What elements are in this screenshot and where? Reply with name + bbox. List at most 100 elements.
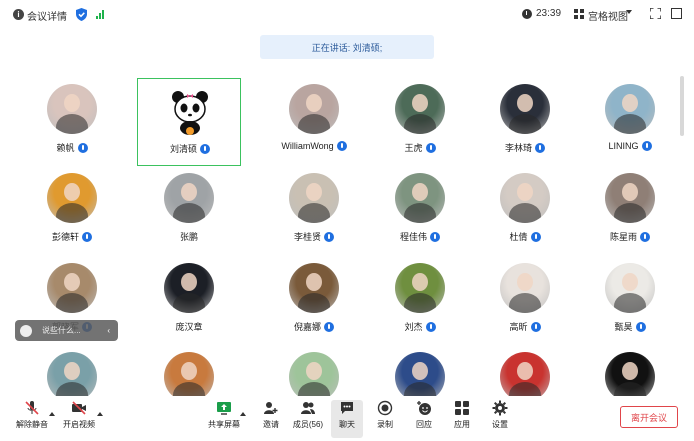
chat-quick-input[interactable]: 说些什么... ‹ — [15, 320, 118, 341]
participant-name-row: 李桂贤 — [262, 230, 366, 243]
mic-icon — [641, 141, 652, 151]
participant-name: 程佳伟 — [399, 232, 427, 242]
participant-name: 甄昊 — [614, 322, 633, 332]
participant-name: 刘杰 — [404, 322, 423, 332]
participant-name: 赖帆 — [56, 143, 75, 153]
mic-icon — [324, 231, 334, 242]
participant-tile[interactable]: 甄昊 — [578, 257, 682, 345]
participant-name-row: 张鹏 — [137, 230, 241, 243]
chat-quick-placeholder: 说些什么... — [42, 326, 81, 335]
meeting-time: 23:39 — [536, 8, 562, 19]
participant-name: 王虎 — [404, 143, 423, 153]
grid-scrollbar[interactable] — [680, 76, 684, 136]
participant-tile[interactable]: 倪嘉娜 — [262, 257, 366, 345]
participant-name-row: 赖帆 — [20, 141, 124, 154]
members-button[interactable]: 成员(56) — [290, 400, 326, 438]
participant-tile[interactable]: LINING — [578, 78, 682, 166]
mic-icon — [200, 143, 210, 154]
apps-button[interactable]: 应用 — [444, 400, 480, 438]
participant-name-row: 刘杰 — [368, 320, 472, 333]
fullscreen-icon[interactable] — [650, 8, 661, 19]
restore-window-icon[interactable] — [671, 8, 682, 19]
record-icon — [377, 400, 393, 416]
participant-tile[interactable]: 李林琦 — [473, 78, 577, 166]
meeting-window: i 会议详情 23:39 宫格视图 正在讲话: 刘清硕; 赖帆 刘清硕 Willia… — [0, 0, 694, 441]
participant-name-row: 杜倩 — [473, 230, 577, 243]
participant-avatar — [395, 173, 445, 223]
chat-label: 聊天 — [339, 420, 355, 429]
participant-name: LINING — [608, 141, 639, 151]
share-screen-button[interactable]: 共享屏幕 — [206, 400, 242, 438]
participant-tile[interactable]: 李桂贤 — [262, 167, 366, 255]
participant-name-row: 倪嘉娜 — [262, 320, 366, 333]
meeting-info-label[interactable]: 会议详情 — [27, 8, 67, 23]
collapse-icon[interactable]: ‹ — [107, 326, 110, 335]
participant-avatar — [605, 263, 655, 313]
muted-mic-icon — [25, 401, 39, 415]
participant-tile[interactable]: 陈星雨 — [578, 167, 682, 255]
mic-icon — [425, 142, 436, 153]
clock-icon — [522, 9, 532, 19]
participant-name-row: 庞汉章 — [137, 320, 241, 333]
participant-name-row: 甄昊 — [578, 320, 682, 333]
participant-avatar — [500, 263, 550, 313]
participant-avatar — [47, 352, 97, 402]
signal-icon[interactable] — [96, 9, 106, 19]
participant-name: 高昕 — [509, 322, 528, 332]
start-video-label: 开启视频 — [63, 420, 95, 429]
participant-name: 倪嘉娜 — [293, 322, 321, 332]
members-icon — [301, 402, 315, 414]
view-mode-label[interactable]: 宫格视图 — [588, 8, 628, 23]
participant-tile[interactable]: 高昕 — [473, 257, 577, 345]
participant-tile[interactable]: 张鹏 — [137, 167, 241, 255]
participant-name: 李林琦 — [504, 143, 532, 153]
chat-button[interactable]: 聊天 — [331, 400, 363, 438]
participant-avatar — [605, 173, 655, 223]
participant-avatar — [47, 263, 97, 313]
participant-tile[interactable]: 刘杰 — [368, 257, 472, 345]
participant-tile[interactable]: 杜倩 — [473, 167, 577, 255]
participant-name-row: LINING — [578, 141, 682, 151]
mic-icon — [635, 321, 646, 332]
grid-view-icon[interactable] — [574, 9, 584, 19]
apps-icon — [455, 401, 469, 415]
invite-button[interactable]: 邀请 — [253, 400, 289, 438]
participant-tile[interactable]: 彭德轩 — [20, 167, 124, 255]
participant-avatar — [289, 263, 339, 313]
start-video-button[interactable]: 开启视频 — [61, 400, 97, 438]
leave-meeting-button[interactable]: 离开会议 — [620, 406, 678, 428]
participant-avatar — [605, 84, 655, 134]
participant-tile[interactable]: WilliamWong — [262, 78, 366, 166]
record-button[interactable]: 录制 — [367, 400, 403, 438]
video-options-caret[interactable] — [97, 412, 103, 416]
top-bar: i 会议详情 23:39 宫格视图 — [0, 0, 694, 28]
chevron-down-icon[interactable] — [626, 10, 632, 14]
participant-name: 刘清硕 — [169, 144, 197, 154]
share-options-caret[interactable] — [240, 412, 246, 416]
participant-avatar — [395, 84, 445, 134]
reactions-label: 回应 — [416, 420, 432, 429]
participant-tile[interactable]: 庞汉章 — [137, 257, 241, 345]
mic-icon — [640, 231, 650, 242]
emoji-icon[interactable] — [20, 324, 32, 337]
participant-name-row: 彭德轩 — [20, 230, 124, 243]
shield-icon[interactable] — [76, 8, 87, 21]
gear-icon — [492, 400, 508, 416]
unmute-button[interactable]: 解除静音 — [14, 400, 50, 438]
video-off-icon — [72, 401, 86, 415]
participant-tile[interactable]: 赖帆 — [20, 78, 124, 166]
participant-name-row: 李林琦 — [473, 141, 577, 154]
participant-avatar — [500, 84, 550, 134]
participant-tile[interactable]: 程佳伟 — [368, 167, 472, 255]
participant-tile[interactable]: 王虎 — [368, 78, 472, 166]
participant-name: 张鹏 — [179, 232, 198, 242]
mic-icon — [77, 142, 88, 153]
participant-name-row: 王虎 — [368, 141, 472, 154]
participant-tile[interactable]: 刘清硕 — [137, 78, 241, 166]
reactions-button[interactable]: 回应 — [406, 400, 442, 438]
audio-options-caret[interactable] — [49, 412, 55, 416]
settings-button[interactable]: 设置 — [482, 400, 518, 438]
participant-name: 陈星雨 — [609, 232, 637, 242]
info-icon[interactable]: i — [13, 9, 24, 20]
participant-avatar — [605, 352, 655, 402]
